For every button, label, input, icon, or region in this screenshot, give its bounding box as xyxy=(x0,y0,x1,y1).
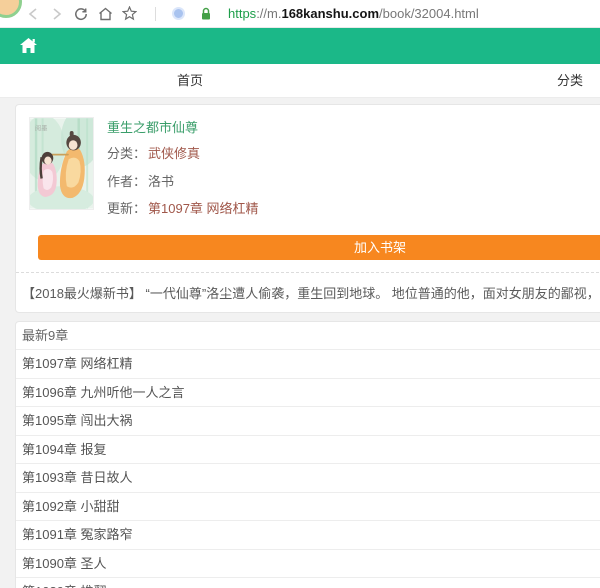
screen: https://m.168kanshu.com/book/32004.html … xyxy=(0,0,600,588)
chapter-row[interactable]: 第1091章 冤家路窄 xyxy=(16,521,600,550)
forward-icon[interactable] xyxy=(49,6,65,22)
chapter-row[interactable]: 第1089章 推翻 xyxy=(16,578,600,588)
url-domain: 168kanshu.com xyxy=(281,6,379,21)
refresh-icon[interactable] xyxy=(73,6,89,22)
site-indicator-icon[interactable] xyxy=(172,7,185,20)
nav-tab-home[interactable]: 首页 xyxy=(0,64,380,97)
url-scheme: https xyxy=(228,6,256,21)
browser-avatar[interactable] xyxy=(0,0,22,18)
category-label: 分类： xyxy=(107,143,146,162)
book-meta: 重生之都市仙尊 分类： 武侠修真 作者： 洛书 更新： 第1097章 网络杠精 xyxy=(107,117,259,222)
chapter-row[interactable]: 第1096章 九州听他一人之言 xyxy=(16,379,600,408)
book-author[interactable]: 洛书 xyxy=(148,171,174,190)
address-bar-url[interactable]: https://m.168kanshu.com/book/32004.html xyxy=(228,6,479,21)
https-padlock-icon[interactable] xyxy=(198,6,214,22)
toolbar-divider xyxy=(155,7,156,21)
url-path: /book/32004.html xyxy=(379,6,479,21)
book-category[interactable]: 武侠修真 xyxy=(148,143,200,162)
chapter-row[interactable]: 第1090章 圣人 xyxy=(16,550,600,579)
back-icon[interactable] xyxy=(25,6,41,22)
site-page: 首页 分类 xyxy=(0,28,600,588)
url-separator: ://m. xyxy=(256,6,281,21)
add-to-shelf-button[interactable]: 加入书架 xyxy=(38,235,600,260)
book-title[interactable]: 重生之都市仙尊 xyxy=(107,117,198,136)
page-content: 阅墨 重生之都市仙尊 分类： 武侠修真 作者： 洛书 更新： xyxy=(0,98,600,588)
chapter-list-header: 最新9章 xyxy=(16,322,600,351)
update-label: 更新： xyxy=(107,198,146,217)
home-icon[interactable] xyxy=(97,6,113,22)
chapter-row[interactable]: 第1095章 闯出大祸 xyxy=(16,407,600,436)
chapter-row[interactable]: 第1097章 网络杠精 xyxy=(16,350,600,379)
book-description: 【2018最火爆新书】 “一代仙尊”洛尘遭人偷袭，重生回到地球。 地位普通的他，… xyxy=(16,272,600,312)
book-cover-image[interactable]: 阅墨 xyxy=(29,117,94,210)
site-nav: 首页 分类 xyxy=(0,64,600,98)
chapter-row[interactable]: 第1092章 小甜甜 xyxy=(16,493,600,522)
chapter-row[interactable]: 第1093章 昔日故人 xyxy=(16,464,600,493)
chapter-list-card: 最新9章 第1097章 网络杠精 第1096章 九州听他一人之言 第1095章 … xyxy=(15,321,600,588)
chapter-row[interactable]: 第1094章 报复 xyxy=(16,436,600,465)
site-header xyxy=(0,28,600,64)
nav-tab-category[interactable]: 分类 xyxy=(380,64,600,97)
browser-toolbar: https://m.168kanshu.com/book/32004.html xyxy=(0,0,600,28)
latest-chapter-link[interactable]: 第1097章 网络杠精 xyxy=(148,198,259,217)
book-info-card: 阅墨 重生之都市仙尊 分类： 武侠修真 作者： 洛书 更新： xyxy=(15,104,600,313)
site-home-icon[interactable] xyxy=(20,38,37,54)
bookmark-star-icon[interactable] xyxy=(121,6,137,22)
author-label: 作者： xyxy=(107,171,146,190)
cover-watermark: 阅墨 xyxy=(35,124,48,132)
